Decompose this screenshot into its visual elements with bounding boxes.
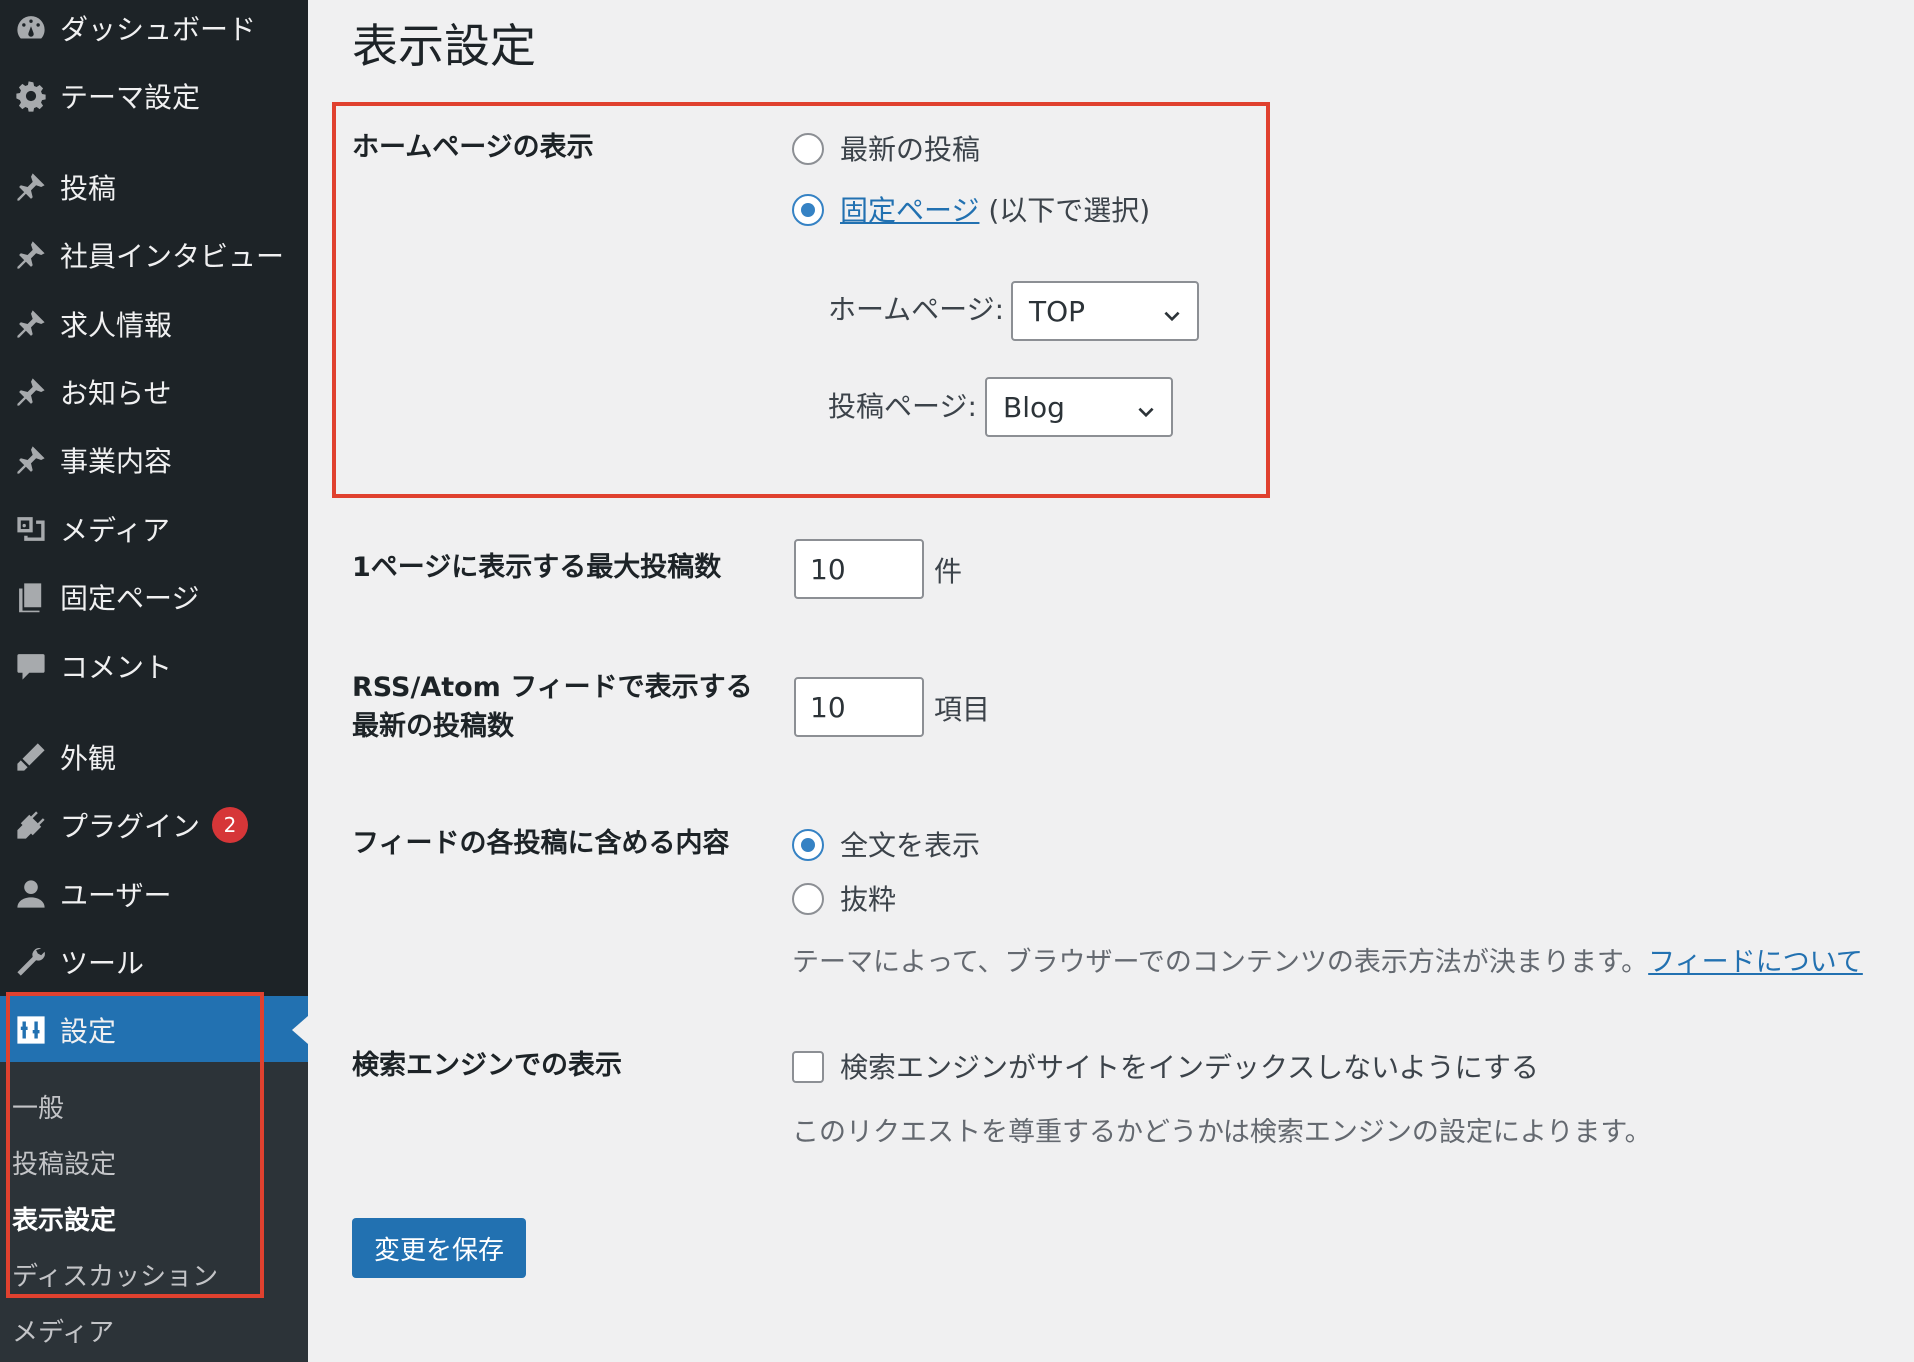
sidebar-item-media[interactable]: メディア: [0, 499, 308, 559]
sidebar-item-label: 事業内容: [60, 445, 173, 478]
discourage-search-label: 検索エンジンがサイトをインデックスしないようにする: [840, 1051, 1539, 1084]
save-button[interactable]: 変更を保存: [352, 1218, 526, 1278]
page-title: 表示設定: [352, 19, 536, 73]
plugin-icon: [6, 805, 56, 845]
feed-items-input[interactable]: [794, 677, 924, 737]
sidebar-item-label: 固定ページ: [60, 582, 200, 615]
pin-icon: [6, 167, 56, 207]
submenu-item-writing[interactable]: 投稿設定: [12, 1144, 116, 1181]
sidebar-item-label: ユーザー: [60, 879, 172, 912]
feed-content-description: テーマによって、ブラウザーでのコンテンツの表示方法が決まります。フィードについて: [792, 940, 1863, 979]
sidebar-item-users[interactable]: ユーザー: [0, 864, 308, 924]
sidebar-item-plugins[interactable]: プラグイン 2: [0, 795, 308, 855]
static-page-suffix: (以下で選択): [979, 194, 1151, 227]
chevron-down-icon: [1135, 397, 1157, 419]
sidebar-item-news[interactable]: お知らせ: [0, 362, 308, 422]
static-page-radio[interactable]: [792, 194, 824, 226]
feed-full-text-radio[interactable]: [792, 829, 824, 861]
posts-page-select[interactable]: Blog: [985, 377, 1173, 437]
sidebar-item-pages[interactable]: 固定ページ: [0, 567, 308, 627]
sidebar-item-posts[interactable]: 投稿: [0, 157, 308, 217]
sidebar-item-appearance[interactable]: 外観: [0, 727, 308, 787]
sidebar-item-label: メディア: [60, 514, 171, 547]
sidebar-item-label: 設定: [60, 1015, 117, 1048]
submenu-item-media[interactable]: メディア: [12, 1312, 114, 1349]
feed-excerpt-radio[interactable]: [792, 883, 824, 915]
sidebar-item-label: テーマ設定: [60, 81, 201, 114]
feed-items-label-line1: RSS/Atom フィードで表示する: [352, 672, 753, 703]
appearance-icon: [6, 737, 56, 777]
chevron-down-icon: [1161, 301, 1183, 323]
sidebar-item-label: ツール: [60, 947, 145, 980]
sidebar-item-settings[interactable]: 設定: [0, 996, 308, 1064]
search-engine-label: 検索エンジンでの表示: [352, 1050, 622, 1081]
posts-per-page-unit: 件: [934, 555, 963, 588]
settings-icon: [6, 1010, 56, 1050]
discourage-search-checkbox[interactable]: [792, 1051, 824, 1083]
sidebar-item-comments[interactable]: コメント: [0, 636, 308, 696]
static-page-option: 固定ページ (以下で選択): [840, 189, 1150, 229]
static-page-link[interactable]: 固定ページ: [840, 194, 979, 227]
user-icon: [6, 874, 56, 914]
wrench-icon: [6, 942, 56, 982]
settings-submenu: 一般 投稿設定 表示設定 ディスカッション メディア: [0, 1062, 308, 1362]
homepage-display-label: ホームページの表示: [352, 132, 594, 163]
sidebar-item-label: ダッシュボード: [60, 13, 257, 46]
homepage-select-label: ホームページ:: [828, 293, 1005, 326]
feed-items-unit: 項目: [934, 693, 991, 726]
sidebar-item-label: 求人情報: [60, 309, 173, 342]
posts-per-page-input[interactable]: [794, 539, 924, 599]
homepage-select[interactable]: TOP: [1011, 281, 1199, 341]
feed-full-text-label: 全文を表示: [840, 829, 981, 862]
sidebar-item-theme-settings[interactable]: テーマ設定: [0, 66, 308, 126]
pin-icon: [6, 235, 56, 275]
feed-content-label: フィードの各投稿に含める内容: [352, 828, 730, 859]
dashboard-icon: [6, 8, 56, 48]
latest-posts-label: 最新の投稿: [840, 133, 981, 166]
feed-excerpt-label: 抜粋: [840, 883, 897, 916]
latest-posts-radio[interactable]: [792, 133, 824, 165]
feed-content-description-text: テーマによって、ブラウザーでのコンテンツの表示方法が決まります。: [792, 947, 1649, 978]
sidebar-item-label: お知らせ: [60, 377, 172, 410]
search-engine-description: このリクエストを尊重するかどうかは検索エンジンの設定によります。: [792, 1117, 1652, 1148]
sidebar-item-label: 外観: [60, 742, 117, 775]
sidebar-item-jobs[interactable]: 求人情報: [0, 294, 308, 354]
pin-icon: [6, 304, 56, 344]
posts-per-page-label: 1ページに表示する最大投稿数: [352, 552, 722, 583]
sidebar-item-interviews[interactable]: 社員インタビュー: [0, 225, 308, 285]
feed-docs-link[interactable]: フィードについて: [1648, 947, 1863, 978]
admin-sidebar: ダッシュボード テーマ設定 投稿 社員インタビュー 求人情報 お知らせ 事業内容…: [0, 0, 308, 1362]
homepage-select-value: TOP: [1029, 294, 1086, 328]
submenu-item-general[interactable]: 一般: [12, 1088, 64, 1125]
submenu-item-reading[interactable]: 表示設定: [12, 1200, 116, 1237]
sidebar-item-business[interactable]: 事業内容: [0, 430, 308, 490]
sidebar-item-label: プラグイン: [60, 810, 201, 843]
media-icon: [6, 509, 56, 549]
sidebar-item-label: 社員インタビュー: [60, 240, 285, 273]
pin-icon: [6, 372, 56, 412]
sidebar-item-tools[interactable]: ツール: [0, 932, 308, 992]
posts-page-select-value: Blog: [1003, 390, 1065, 424]
posts-page-select-label: 投稿ページ:: [828, 390, 977, 423]
update-count-badge: 2: [212, 807, 249, 843]
sidebar-item-label: 投稿: [60, 172, 117, 205]
page-icon: [6, 577, 56, 617]
pin-icon: [6, 440, 56, 480]
feed-items-label-line2: 最新の投稿数: [352, 711, 514, 742]
sidebar-item-dashboard[interactable]: ダッシュボード: [0, 0, 308, 58]
sidebar-item-label: コメント: [60, 651, 173, 684]
comment-icon: [6, 646, 56, 686]
gear-icon: [6, 76, 56, 116]
submenu-item-discussion[interactable]: ディスカッション: [12, 1256, 218, 1293]
